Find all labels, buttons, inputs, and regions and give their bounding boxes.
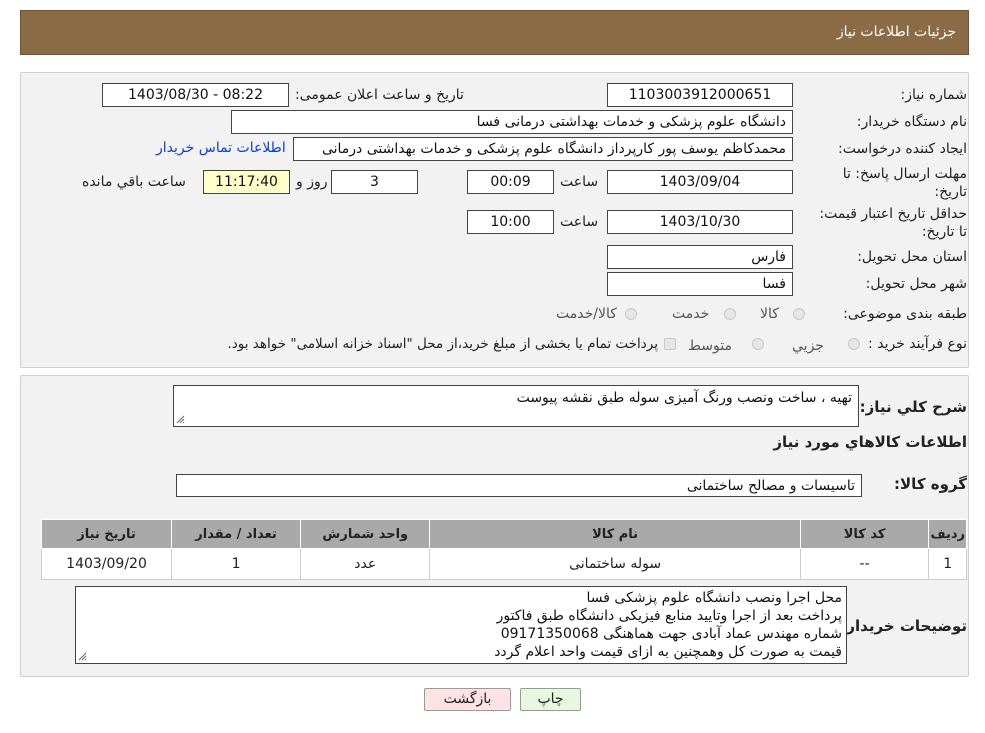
buyer-note-line: محل اجرا ونصب دانشگاه علوم پزشکی فسا bbox=[586, 590, 842, 606]
goods-info-title: اطلاعات کالاهاي مورد نياز bbox=[773, 433, 967, 451]
col-code-header: کد کالا bbox=[799, 519, 930, 549]
buyer-contact-link[interactable]: اطلاعات تماس خریدار bbox=[156, 140, 286, 156]
process-label: نوع فرآیند خرید : bbox=[868, 336, 967, 352]
province-field: فارس bbox=[607, 245, 793, 269]
col-unit-header: واحد شمارش bbox=[300, 519, 431, 549]
announce-field: 1403/08/30 - 08:22 bbox=[102, 83, 289, 107]
process-note: پرداخت تمام یا بخشی از مبلغ خرید،از محل … bbox=[227, 336, 658, 352]
col-name-header: نام کالا bbox=[429, 519, 801, 549]
city-label: شهر محل تحویل: bbox=[865, 276, 967, 292]
buyer-note-line: پرداخت بعد از اجرا وتایید منابع فیزیکی د… bbox=[496, 608, 842, 624]
validity-time-label: ساعت bbox=[560, 214, 599, 230]
creator-field: محمدکاظم یوسف پور کارپرداز دانشگاه علوم … bbox=[293, 137, 793, 161]
print-button[interactable]: چاپ bbox=[520, 688, 581, 711]
page-header: جزئیات اطلاعات نیاز bbox=[20, 10, 969, 55]
buyer-org-field: دانشگاه علوم پزشکی و خدمات بهداشتی درمان… bbox=[231, 110, 793, 134]
need-number-field: 1103003912000651 bbox=[607, 83, 793, 107]
cell-name: سوله ساختمانی bbox=[429, 548, 801, 580]
province-label: استان محل تحویل: bbox=[857, 249, 967, 265]
days-remaining-field: 3 bbox=[331, 170, 418, 194]
validity-label: حداقل تاریخ اعتبار قیمت: تا تاریخ: bbox=[819, 206, 967, 240]
items-table: رديف کد کالا نام کالا واحد شمارش تعداد /… bbox=[40, 519, 967, 580]
cell-row: 1 bbox=[928, 548, 967, 580]
table-row: 1 -- سوله ساختمانی عدد 1 1403/09/20 bbox=[40, 548, 967, 580]
description-textarea: تهیه ، ساخت ونصب ورنگ آمیزی سوله طبق نقش… bbox=[173, 385, 859, 427]
creator-label: ایجاد کننده درخواست: bbox=[838, 141, 967, 157]
deadline-label: مهلت ارسال پاسخ: تا تاریخ: bbox=[842, 166, 967, 200]
col-qty-header: تعداد / مقدار bbox=[171, 519, 302, 549]
buyer-note-line: قیمت به صورت کل وهمچنین به ازای قیمت واح… bbox=[494, 644, 842, 660]
description-label: شرح کلي نياز: bbox=[859, 398, 967, 416]
buyer-notes-label: توضیحات خریدار: bbox=[840, 617, 967, 635]
deadline-time-label: ساعت bbox=[560, 174, 599, 190]
validity-date-field: 1403/10/30 bbox=[607, 210, 793, 234]
process-medium-radio[interactable] bbox=[752, 338, 764, 350]
process-minor-label: جزیي bbox=[792, 338, 824, 354]
deadline-time-field: 00:09 bbox=[467, 170, 554, 194]
buyer-notes-textarea: محل اجرا ونصب دانشگاه علوم پزشکی فسا پرد… bbox=[75, 586, 847, 664]
category-goods-label: کالا bbox=[760, 306, 779, 322]
category-goods-service-radio[interactable] bbox=[625, 308, 637, 320]
col-row-header: رديف bbox=[928, 519, 967, 549]
remaining-time-field: 11:17:40 bbox=[203, 170, 290, 194]
cell-unit: عدد bbox=[300, 548, 431, 580]
cell-date: 1403/09/20 bbox=[40, 548, 173, 580]
treasury-checkbox[interactable] bbox=[664, 338, 676, 350]
category-goods-radio[interactable] bbox=[793, 308, 805, 320]
process-minor-radio[interactable] bbox=[848, 338, 860, 350]
resize-grip-icon bbox=[78, 652, 87, 661]
table-header-row: رديف کد کالا نام کالا واحد شمارش تعداد /… bbox=[40, 519, 967, 549]
cell-code: -- bbox=[799, 548, 930, 580]
goods-group-label: گروه کالا: bbox=[894, 475, 967, 493]
description-text: تهیه ، ساخت ونصب ورنگ آمیزی سوله طبق نقش… bbox=[516, 390, 852, 406]
process-medium-label: متوسط bbox=[688, 338, 732, 354]
goods-group-field: تاسیسات و مصالح ساختمانی bbox=[176, 474, 862, 497]
buyer-org-label: نام دستگاه خریدار: bbox=[856, 114, 967, 130]
page-title: جزئیات اطلاعات نیاز bbox=[836, 24, 956, 40]
cell-qty: 1 bbox=[171, 548, 302, 580]
remaining-word: ساعت باقي مانده bbox=[82, 174, 186, 190]
days-word: روز و bbox=[296, 174, 328, 190]
announce-label: تاریخ و ساعت اعلان عمومی: bbox=[295, 87, 464, 103]
city-field: فسا bbox=[607, 272, 793, 296]
category-label: طبقه بندی موضوعی: bbox=[843, 306, 967, 322]
resize-grip-icon bbox=[176, 415, 185, 424]
col-date-header: تاریخ نیاز bbox=[40, 519, 173, 549]
category-service-radio[interactable] bbox=[724, 308, 736, 320]
buyer-note-line: شماره مهندس عماد آبادی جهت هماهنگی 09171… bbox=[500, 626, 842, 642]
category-goods-service-label: کالا/خدمت bbox=[556, 306, 617, 322]
validity-time-field: 10:00 bbox=[467, 210, 554, 234]
deadline-date-field: 1403/09/04 bbox=[607, 170, 793, 194]
category-service-label: خدمت bbox=[672, 306, 710, 322]
back-button[interactable]: بازگشت bbox=[424, 688, 511, 711]
need-number-label: شماره نیاز: bbox=[900, 87, 968, 103]
